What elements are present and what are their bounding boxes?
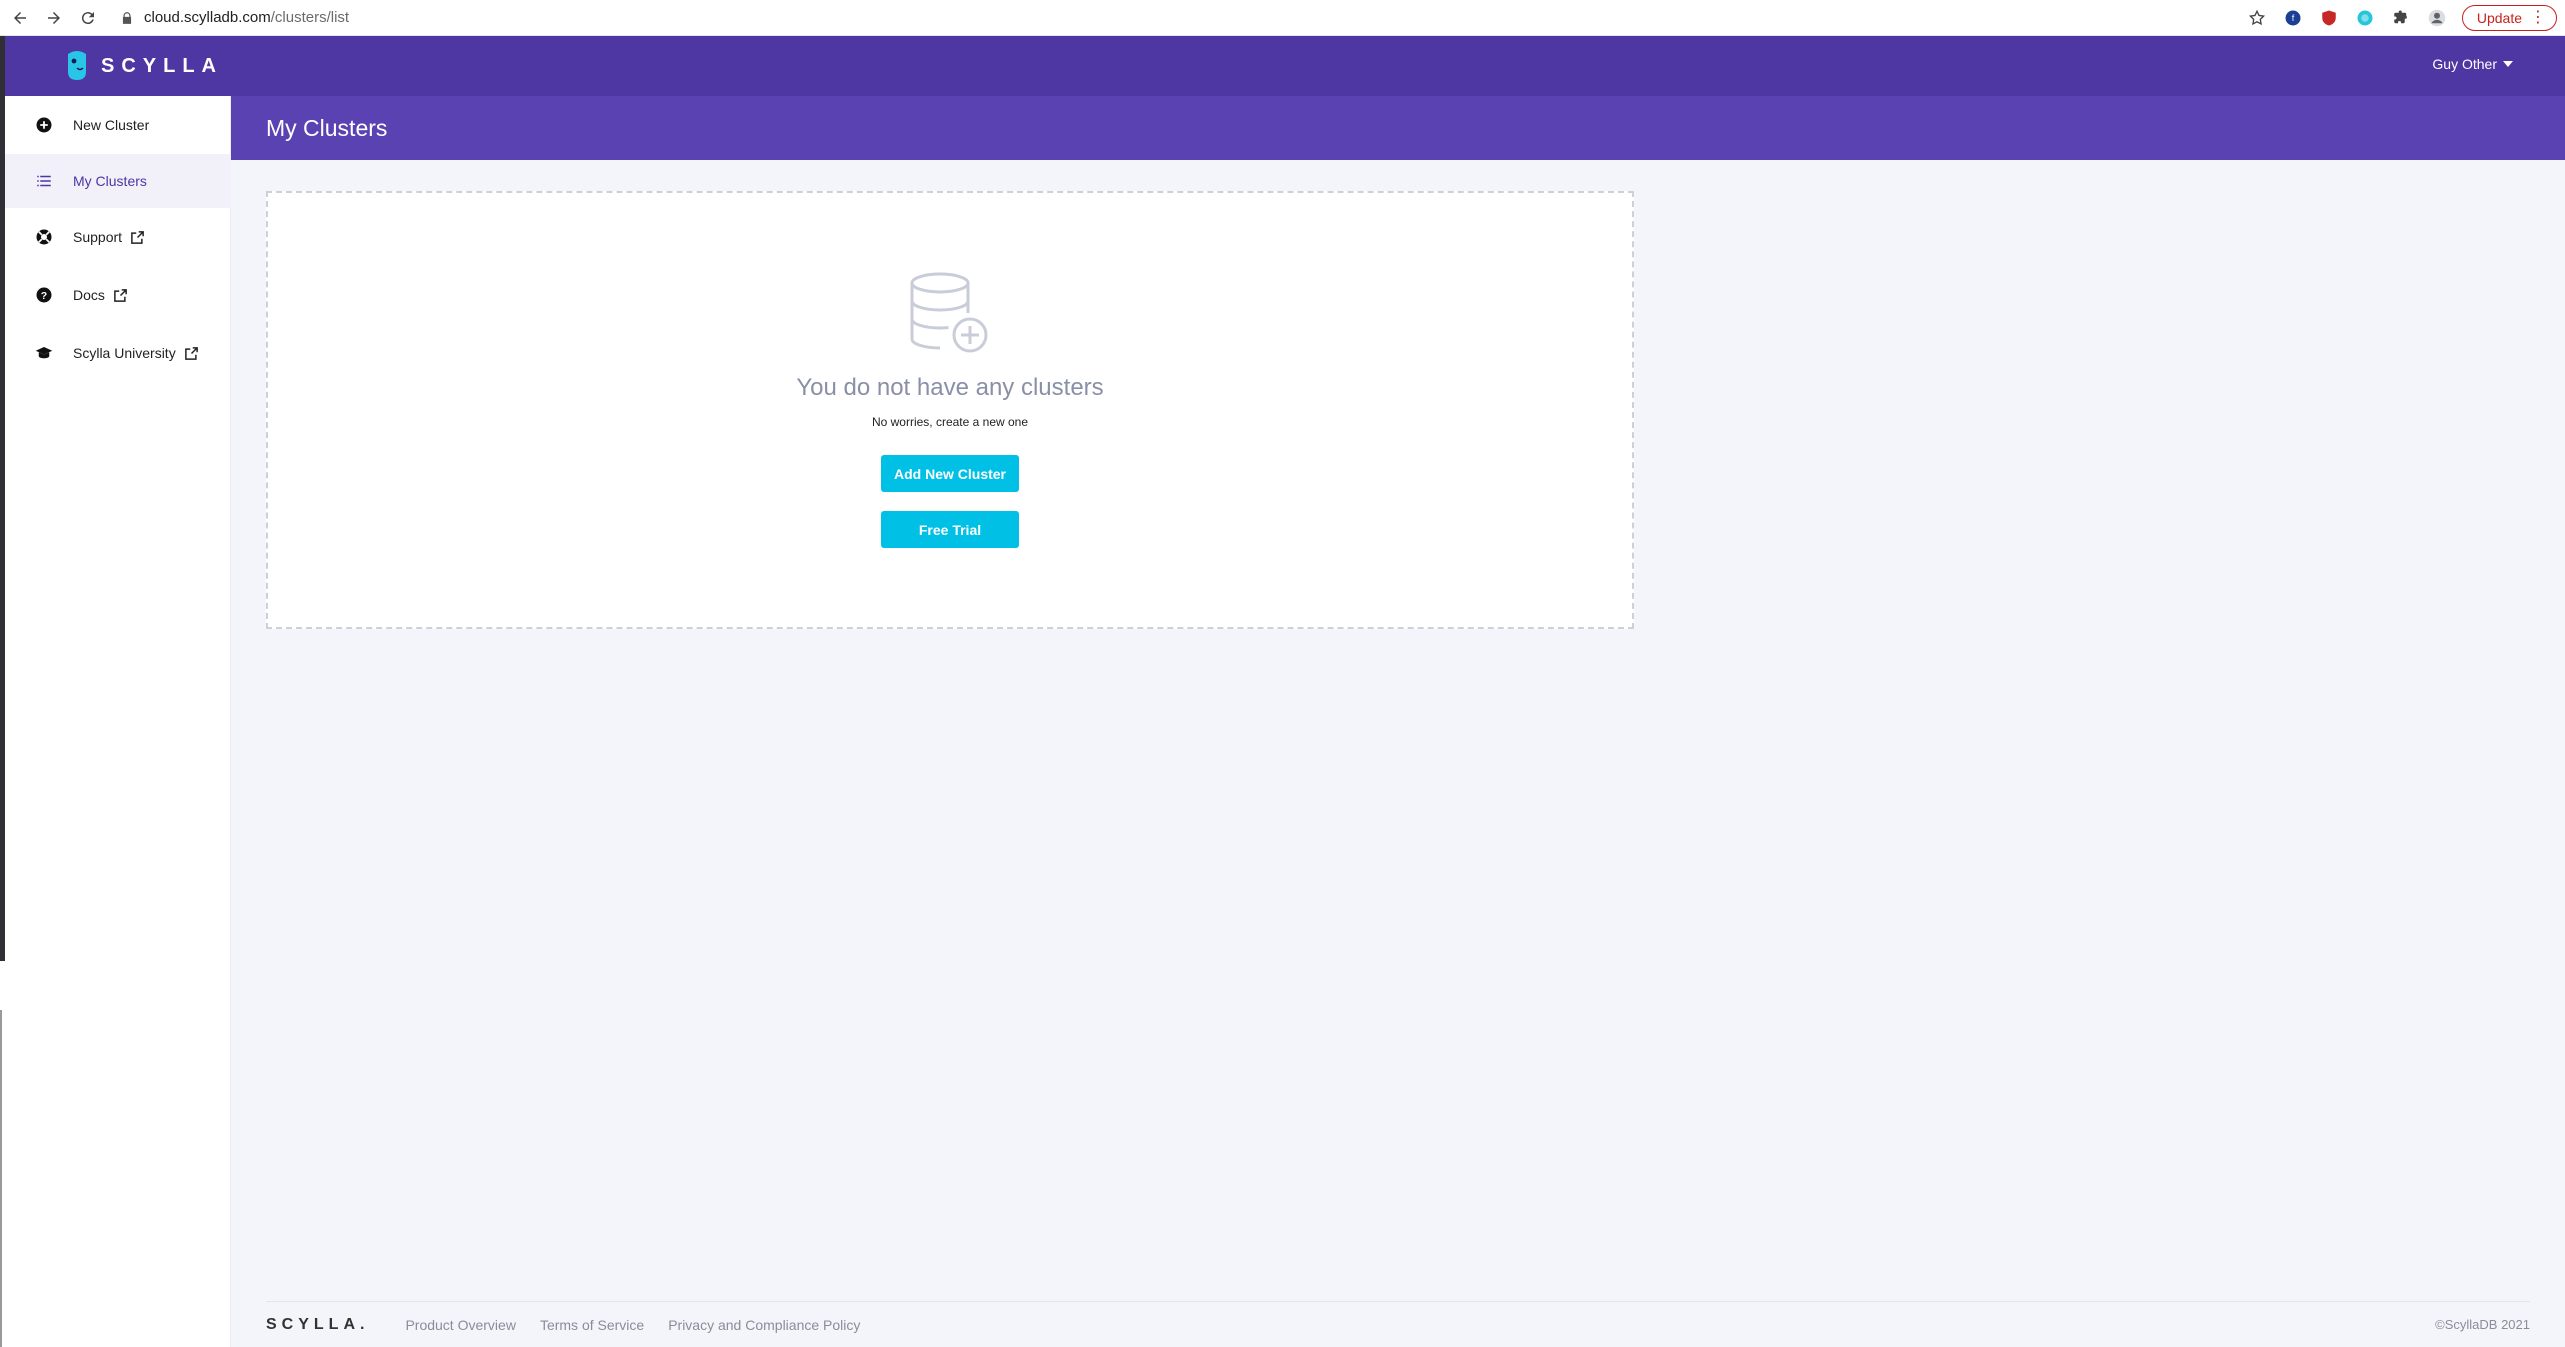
caret-down-icon — [2503, 61, 2513, 67]
external-link-icon — [184, 346, 198, 360]
footer-link-product-overview[interactable]: Product Overview — [405, 1317, 515, 1333]
lifebuoy-icon — [35, 228, 53, 246]
empty-state-subtitle: No worries, create a new one — [871, 415, 1029, 429]
external-link-icon — [131, 230, 144, 244]
empty-state-card: You do not have any clusters No worries,… — [266, 191, 1634, 629]
extension-blue-icon: f — [2285, 10, 2301, 26]
extension-2-button[interactable] — [2318, 7, 2340, 29]
app-header: SCYLLA Guy Other — [5, 36, 2565, 96]
more-vert-icon: ⋮ — [2530, 9, 2546, 26]
main-content: My Clusters You do not have any clusters… — [231, 96, 2565, 1347]
add-new-cluster-button[interactable]: Add New Cluster — [881, 455, 1019, 492]
sidebar-item-label: New Cluster — [73, 117, 150, 133]
reload-button[interactable] — [74, 4, 102, 32]
lock-icon — [122, 11, 132, 24]
sidebar-item-support[interactable]: Support — [5, 210, 231, 264]
page-header: My Clusters — [231, 96, 2565, 160]
plus-circle-icon — [35, 116, 53, 134]
scylla-logo[interactable]: SCYLLA — [63, 50, 223, 82]
free-trial-button[interactable]: Free Trial — [881, 511, 1019, 548]
extension-shield-icon — [2322, 10, 2336, 26]
extension-1-button[interactable]: f — [2282, 7, 2304, 29]
browser-toolbar: cloud.scylladb.com/clusters/list f Updat… — [0, 0, 2565, 36]
sidebar-item-new-cluster[interactable]: New Cluster — [5, 98, 231, 152]
sidebar-item-scylla-university[interactable]: Scylla University — [5, 326, 231, 380]
bookmark-star-button[interactable] — [2246, 7, 2268, 29]
update-label: Update — [2476, 10, 2522, 26]
extension-3-button[interactable] — [2354, 7, 2376, 29]
footer-link-terms[interactable]: Terms of Service — [540, 1317, 644, 1333]
user-menu[interactable]: Guy Other — [2432, 56, 2513, 72]
arrow-right-icon — [48, 11, 60, 24]
database-add-icon — [910, 272, 988, 353]
sidebar: New Cluster My Clusters Support ? Docs S… — [5, 96, 231, 1347]
question-circle-icon: ? — [35, 286, 53, 304]
empty-state-title: You do not have any clusters — [796, 374, 1104, 401]
footer-copyright: ©ScyllaDB 2021 — [2435, 1317, 2530, 1332]
forward-button[interactable] — [40, 4, 68, 32]
sidebar-item-label: Support — [73, 229, 123, 245]
back-button[interactable] — [6, 4, 34, 32]
url-path: /clusters/list — [270, 9, 350, 26]
scylla-logo-icon — [68, 51, 86, 80]
external-link-icon — [114, 288, 127, 302]
sidebar-item-label: My Clusters — [73, 173, 147, 189]
address-bar[interactable]: cloud.scylladb.com/clusters/list — [120, 4, 349, 32]
extensions-button[interactable] — [2390, 7, 2412, 29]
update-button[interactable]: Update ⋮ — [2461, 5, 2557, 31]
graduation-cap-icon — [35, 344, 53, 362]
sidebar-item-docs[interactable]: ? Docs — [5, 268, 231, 322]
star-icon — [2248, 9, 2265, 26]
url-host: cloud.scylladb.com — [144, 9, 271, 26]
puzzle-icon — [2394, 10, 2407, 24]
list-icon — [35, 172, 53, 190]
svg-text:?: ? — [41, 290, 47, 302]
profile-button[interactable] — [2426, 7, 2448, 29]
sidebar-item-my-clusters[interactable]: My Clusters — [5, 154, 231, 208]
sidebar-item-label: Docs — [73, 287, 105, 303]
reload-icon — [81, 11, 94, 24]
person-icon — [2428, 9, 2446, 27]
arrow-left-icon — [14, 11, 26, 24]
footer-logo: SCYLLA. — [266, 1315, 370, 1333]
window-edge-lower — [0, 1010, 2, 1347]
footer: SCYLLA. Product Overview Terms of Servic… — [266, 1301, 2530, 1347]
user-name: Guy Other — [2432, 56, 2497, 72]
extension-globe-icon — [2357, 10, 2373, 26]
footer-link-privacy[interactable]: Privacy and Compliance Policy — [668, 1317, 860, 1333]
page-title: My Clusters — [266, 115, 388, 141]
sidebar-item-label: Scylla University — [73, 345, 176, 361]
logo-text: SCYLLA — [101, 54, 223, 77]
